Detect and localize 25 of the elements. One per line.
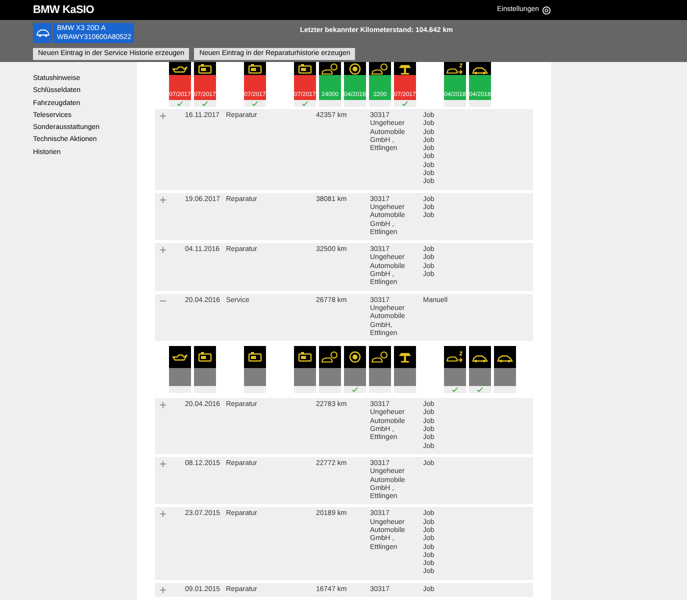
check-icon [302, 101, 308, 106]
expand-icon[interactable] [160, 113, 166, 119]
check-icon [352, 387, 358, 392]
check-icon [452, 387, 458, 392]
expand-icon[interactable] [160, 460, 166, 467]
battery-icon [246, 351, 264, 364]
expand-icon[interactable] [160, 247, 166, 254]
car-lift-icon [396, 351, 414, 364]
check-icon [202, 101, 208, 106]
check-icon [477, 387, 483, 392]
collapse-icon[interactable] [160, 298, 166, 304]
car-arrow-icon [446, 351, 464, 364]
app-logo: BMW KaSIO [33, 2, 94, 18]
expand-icon[interactable] [160, 402, 166, 408]
check-icon [252, 101, 258, 106]
battery-icon [296, 351, 314, 364]
expand-icon[interactable] [160, 196, 166, 203]
car-brake-icon [371, 351, 389, 364]
car-brake-icon [321, 351, 339, 364]
expand-icon[interactable] [160, 586, 166, 593]
check-icon [177, 101, 183, 106]
battery-icon [196, 351, 214, 364]
settings-icon[interactable] [542, 6, 551, 14]
expand-icon[interactable] [160, 511, 166, 518]
check-icon [402, 101, 408, 106]
